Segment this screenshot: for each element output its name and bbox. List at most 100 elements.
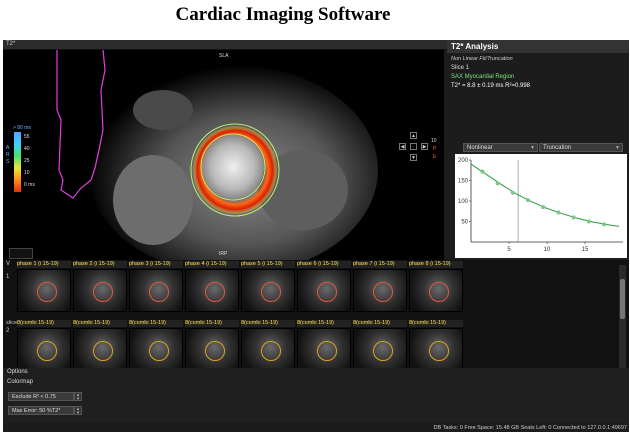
- thumbnail-label: 8(combi 15-19): [409, 320, 463, 327]
- data-point: [510, 190, 515, 195]
- analysis-slice: Slice 1: [451, 65, 470, 71]
- orientation-bottom: IRP: [219, 251, 228, 257]
- data-point: [556, 210, 561, 215]
- row-header: slice: [6, 320, 18, 326]
- thumbnail-image[interactable]: [185, 269, 239, 312]
- analysis-region: SAX Myocardial Region: [451, 74, 515, 80]
- thumbnail-image[interactable]: [353, 269, 407, 312]
- thumbnail-contour: [149, 341, 169, 361]
- pan-up-button[interactable]: ▲: [410, 132, 417, 139]
- thumbnail-image[interactable]: [353, 328, 407, 371]
- exclude-r2-field[interactable]: Exclude R² < 0.75: [8, 392, 74, 401]
- viewer-control-button[interactable]: [9, 248, 33, 259]
- data-point: [602, 222, 606, 227]
- thumbnail-label: 8(combi 15-19): [185, 320, 239, 327]
- thumbnail-label: phase 7 (i 15-19): [353, 261, 407, 268]
- y-tick-label: 100: [458, 199, 469, 205]
- center-button[interactable]: ·: [410, 143, 417, 150]
- row-header: V: [6, 261, 11, 267]
- pan-down-button[interactable]: ▼: [410, 154, 417, 161]
- thumbnail-contour: [37, 341, 57, 361]
- analysis-panel: T2* Analysis Non Linear Fit/Truncation S…: [447, 40, 629, 260]
- fit-type-value: Nonlinear: [467, 145, 493, 151]
- x-tick-label: 15: [582, 247, 589, 253]
- tab-t2star[interactable]: T2*: [6, 40, 15, 49]
- thumbnail-contour: [205, 341, 225, 361]
- thumbnail-contour: [373, 341, 393, 361]
- thumbnail-contour: [205, 282, 225, 302]
- thumbnail-image[interactable]: [409, 328, 463, 371]
- thumbnail-image[interactable]: [129, 269, 183, 312]
- scrollbar-thumb[interactable]: [620, 279, 625, 319]
- thumbnail-label: phase 6 (i 15-19): [297, 261, 351, 268]
- chevron-down-icon: ▼: [615, 145, 620, 151]
- thumbnail-image[interactable]: [409, 269, 463, 312]
- thumbnail-label: 8(combi 15-19): [73, 320, 127, 327]
- thumbnail-contour: [37, 282, 57, 302]
- mri-image: [56, 50, 378, 260]
- thumbnail-label: 8(combi 15-19): [297, 320, 351, 327]
- colorbar-max-label: > 80 ms: [13, 125, 31, 131]
- orientation-top: SLA: [219, 53, 229, 59]
- thumbnail-label: phase 8 (i 15-19): [409, 261, 463, 268]
- side-letter: P: [433, 146, 437, 152]
- exclude-r2-stepper[interactable]: ▴ ▾: [74, 392, 82, 402]
- x-tick-label: 10: [544, 247, 551, 253]
- pan-left-button[interactable]: ◀: [399, 143, 406, 150]
- options-title: Options: [7, 369, 28, 375]
- analysis-method: Non Linear Fit/Truncation: [451, 56, 513, 62]
- thumbnail-label: phase 4 (i 15-19): [185, 261, 239, 268]
- fit-type-select[interactable]: Nonlinear ▼: [463, 143, 538, 152]
- image-viewer[interactable]: SLA IRP > 80 ms A R S 55 40 25 10 0 ms ▲…: [3, 50, 444, 260]
- thumbnail-contour: [429, 341, 449, 361]
- thumbnail-image[interactable]: [17, 328, 71, 371]
- max-error-field[interactable]: Max Error: 50 %T2*: [8, 406, 74, 415]
- thumbnail-image[interactable]: [241, 269, 295, 312]
- thumbnail-image[interactable]: [129, 328, 183, 371]
- row2-labels: 8(combi 15-19) 8(combi 15-19) 8(combi 15-1…: [17, 320, 467, 327]
- thumbnail-label: 8(combi 15-19): [241, 320, 295, 327]
- data-point: [586, 219, 591, 224]
- row-number: 1: [6, 274, 10, 280]
- pan-right-button[interactable]: ▶: [421, 143, 428, 150]
- thumbnail-label: 8(combi 15-19): [353, 320, 407, 327]
- navigation-pad[interactable]: ▲ ◀ · ▶ ▼: [399, 132, 429, 162]
- data-point: [480, 169, 485, 174]
- thumbnail-contour: [373, 282, 393, 302]
- thumbnail-contour: [93, 341, 113, 361]
- row-number: 2: [6, 328, 10, 334]
- thumbnail-contour: [149, 282, 169, 302]
- thumbnail-image[interactable]: [185, 328, 239, 371]
- y-tick-label: 50: [461, 220, 468, 226]
- thumbnail-label: phase 1 (i 15-19): [17, 261, 71, 268]
- data-point: [541, 205, 546, 210]
- fit-mode-select[interactable]: Truncation ▼: [539, 143, 623, 152]
- y-tick-label: 150: [458, 179, 469, 185]
- chevron-down-icon: ▼: [530, 145, 535, 151]
- analysis-title: T2* Analysis: [447, 40, 629, 53]
- thumbnail-contour: [261, 341, 281, 361]
- status-bar: DB Tasks: 0 Free Space: 15.48 GB Seats L…: [433, 425, 627, 431]
- max-error-stepper[interactable]: ▴ ▾: [74, 406, 82, 416]
- analysis-result: T2* = 8.8 ± 0.19 ms R²=0.998: [451, 83, 531, 89]
- side-number: 10: [431, 138, 437, 144]
- decay-chart[interactable]: 200 150 100 50 5 10 15: [455, 154, 627, 258]
- y-tick-label: 200: [458, 158, 469, 164]
- colorbar-tick: 10: [24, 170, 30, 176]
- thumbnail-image[interactable]: [17, 269, 71, 312]
- data-point: [571, 215, 576, 220]
- fit-curve: [470, 163, 620, 227]
- options-panel: Options Colormap Exclude R² < 0.75 ▴ ▾ Ma…: [3, 368, 629, 422]
- thumbnail-image[interactable]: [73, 328, 127, 371]
- thumbnail-image[interactable]: [241, 328, 295, 371]
- decay-chart-svg: 200 150 100 50 5 10 15: [458, 158, 623, 253]
- thumbnail-image[interactable]: [297, 328, 351, 371]
- thumbnail-contour: [317, 341, 337, 361]
- colorbar: [14, 132, 21, 192]
- fit-mode-value: Truncation: [543, 145, 572, 151]
- thumbnail-image[interactable]: [73, 269, 127, 312]
- colormap-label: Colormap: [7, 379, 34, 385]
- app-window: T2* SLA IRP > 80 ms A R S 55 40 25 10 0 …: [3, 40, 629, 432]
- colorbar-tick: 25: [24, 158, 30, 164]
- thumbnail-image[interactable]: [297, 269, 351, 312]
